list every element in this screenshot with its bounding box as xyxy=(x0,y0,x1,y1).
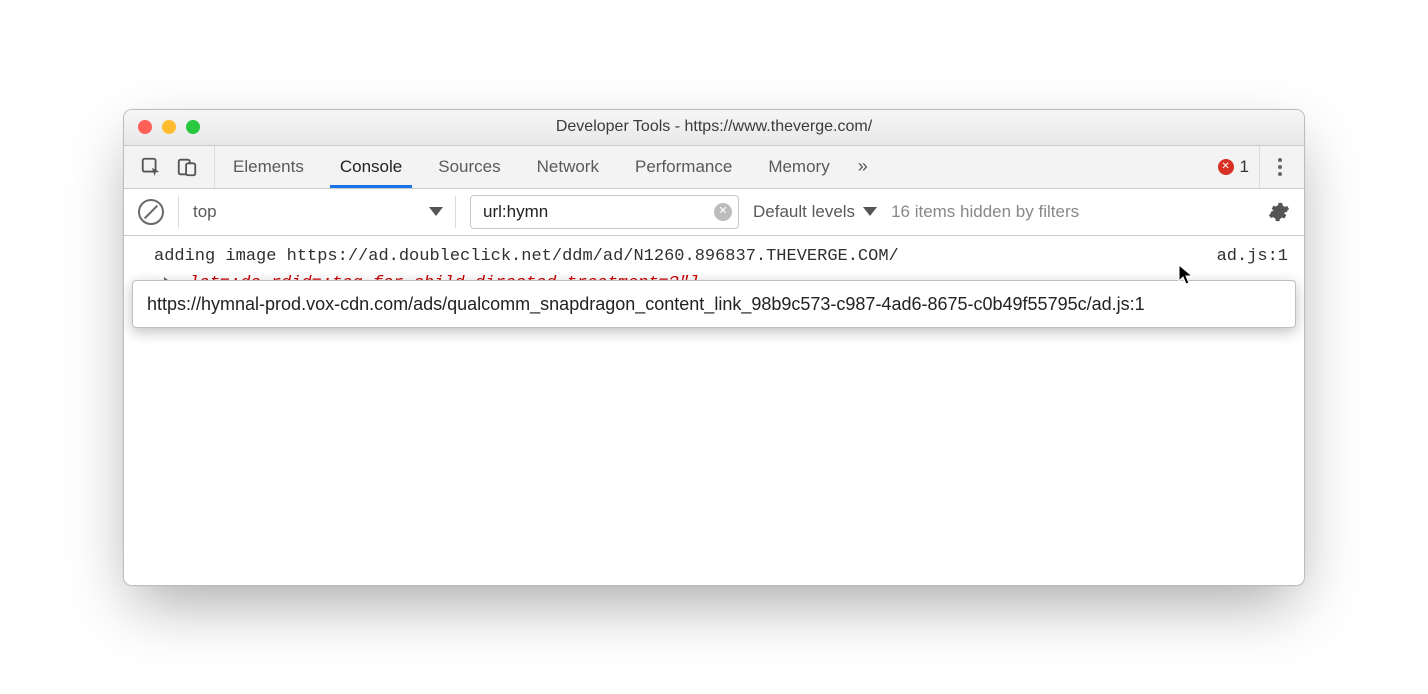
close-window-button[interactable] xyxy=(138,120,152,134)
error-icon xyxy=(1218,159,1234,175)
chevron-down-icon xyxy=(863,207,877,216)
zoom-window-button[interactable] xyxy=(186,120,200,134)
panel-tabs: Elements Console Sources Network Perform… xyxy=(215,146,878,188)
tab-console[interactable]: Console xyxy=(322,146,420,188)
tab-performance[interactable]: Performance xyxy=(617,146,750,188)
filter-input[interactable] xyxy=(481,201,706,223)
log-level-select[interactable]: Default levels xyxy=(753,202,877,222)
chevron-down-icon xyxy=(429,207,443,216)
hidden-count-label: 16 items hidden by filters xyxy=(891,202,1079,222)
tab-overflow-button[interactable]: » xyxy=(848,146,878,188)
console-filter-bar: top Default levels 16 items hidden by fi… xyxy=(124,189,1304,236)
source-url-tooltip: https://hymnal-prod.vox-cdn.com/ads/qual… xyxy=(132,280,1296,328)
window-title: Developer Tools - https://www.theverge.c… xyxy=(124,118,1304,136)
log-message: adding image https://ad.doubleclick.net/… xyxy=(154,244,899,270)
minimize-window-button[interactable] xyxy=(162,120,176,134)
tab-network[interactable]: Network xyxy=(519,146,617,188)
inspect-element-icon[interactable] xyxy=(140,156,162,178)
clear-filter-button[interactable] xyxy=(714,203,732,221)
log-source-link[interactable]: ad.js:1 xyxy=(1207,244,1288,270)
devtools-window: Developer Tools - https://www.theverge.c… xyxy=(123,109,1305,586)
execution-context-label: top xyxy=(193,202,217,222)
log-message-prefix: adding image xyxy=(154,247,287,266)
title-bar: Developer Tools - https://www.theverge.c… xyxy=(124,110,1304,146)
filter-input-container xyxy=(470,195,739,229)
tab-elements[interactable]: Elements xyxy=(215,146,322,188)
panel-tabstrip: Elements Console Sources Network Perform… xyxy=(124,146,1304,189)
divider xyxy=(1259,146,1260,188)
console-body: adding image https://ad.doubleclick.net/… xyxy=(124,236,1304,585)
error-count-badge[interactable]: 1 xyxy=(1218,157,1249,177)
traffic-lights xyxy=(124,120,200,134)
console-settings-button[interactable] xyxy=(1268,201,1290,223)
clear-console-button[interactable] xyxy=(138,199,164,225)
log-level-label: Default levels xyxy=(753,202,855,222)
log-message-url: https://ad.doubleclick.net/ddm/ad/N1260.… xyxy=(287,247,899,266)
error-count: 1 xyxy=(1240,157,1249,177)
settings-menu-button[interactable] xyxy=(1270,158,1290,176)
tab-sources[interactable]: Sources xyxy=(420,146,518,188)
log-row[interactable]: adding image https://ad.doubleclick.net/… xyxy=(124,236,1304,270)
tab-memory[interactable]: Memory xyxy=(750,146,847,188)
device-mode-icon[interactable] xyxy=(176,156,198,178)
execution-context-select[interactable]: top xyxy=(178,196,456,228)
toolbar-left xyxy=(124,146,215,188)
toolbar-right: 1 xyxy=(1204,146,1304,188)
